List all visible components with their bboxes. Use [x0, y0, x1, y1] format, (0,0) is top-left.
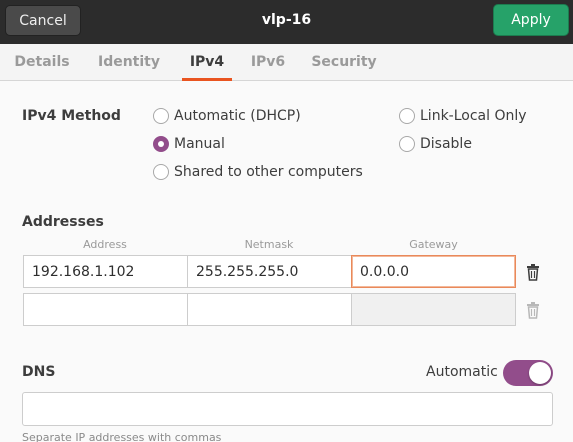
- window-title: vlp-16: [261, 12, 312, 28]
- radio-label: Automatic (DHCP): [174, 108, 301, 124]
- apply-button[interactable]: Apply: [493, 4, 569, 36]
- dns-hint: Separate IP addresses with commas: [22, 431, 222, 442]
- radio-indicator: [153, 164, 169, 180]
- radio-link-local[interactable]: Link-Local Only: [399, 106, 527, 126]
- tab-identity[interactable]: Identity: [92, 44, 166, 80]
- dns-input[interactable]: [22, 392, 553, 426]
- tab-ipv4[interactable]: IPv4: [182, 44, 232, 81]
- radio-manual[interactable]: Manual: [153, 134, 225, 154]
- gateway-input[interactable]: 0.0.0.0: [351, 255, 516, 288]
- trash-icon[interactable]: [523, 262, 543, 282]
- dns-label: DNS: [22, 364, 56, 380]
- radio-disable[interactable]: Disable: [399, 134, 472, 154]
- radio-label: Manual: [174, 136, 225, 152]
- dns-automatic-toggle[interactable]: [503, 360, 553, 386]
- radio-indicator-checked: [153, 136, 169, 152]
- ipv4-method-label: IPv4 Method: [22, 108, 121, 124]
- netmask-input[interactable]: 255.255.255.0: [187, 255, 352, 288]
- gateway-input-empty[interactable]: [351, 293, 516, 326]
- tab-security[interactable]: Security: [306, 44, 382, 80]
- netmask-input-empty[interactable]: [187, 293, 352, 326]
- toggle-knob: [529, 362, 551, 384]
- tab-bar: Details Identity IPv4 IPv6 Security: [0, 44, 573, 81]
- column-header-gateway: Gateway: [409, 238, 458, 251]
- radio-automatic-dhcp[interactable]: Automatic (DHCP): [153, 106, 301, 126]
- tab-ipv6[interactable]: IPv6: [246, 44, 290, 80]
- addresses-label: Addresses: [22, 214, 104, 230]
- cancel-button[interactable]: Cancel: [5, 5, 81, 36]
- column-header-netmask: Netmask: [244, 238, 294, 251]
- radio-label: Shared to other computers: [174, 164, 363, 180]
- radio-label: Link-Local Only: [420, 108, 527, 124]
- radio-indicator: [399, 108, 415, 124]
- header-bar: Cancel vlp-16 Apply: [0, 0, 573, 44]
- address-input-empty[interactable]: [23, 293, 188, 326]
- dns-automatic-label: Automatic: [426, 364, 498, 380]
- column-header-address: Address: [83, 238, 127, 251]
- address-input[interactable]: 192.168.1.102: [23, 255, 188, 288]
- radio-indicator: [153, 108, 169, 124]
- radio-indicator: [399, 136, 415, 152]
- tab-details[interactable]: Details: [8, 44, 76, 80]
- radio-label: Disable: [420, 136, 472, 152]
- radio-shared[interactable]: Shared to other computers: [153, 162, 363, 182]
- trash-icon-disabled[interactable]: [523, 300, 543, 320]
